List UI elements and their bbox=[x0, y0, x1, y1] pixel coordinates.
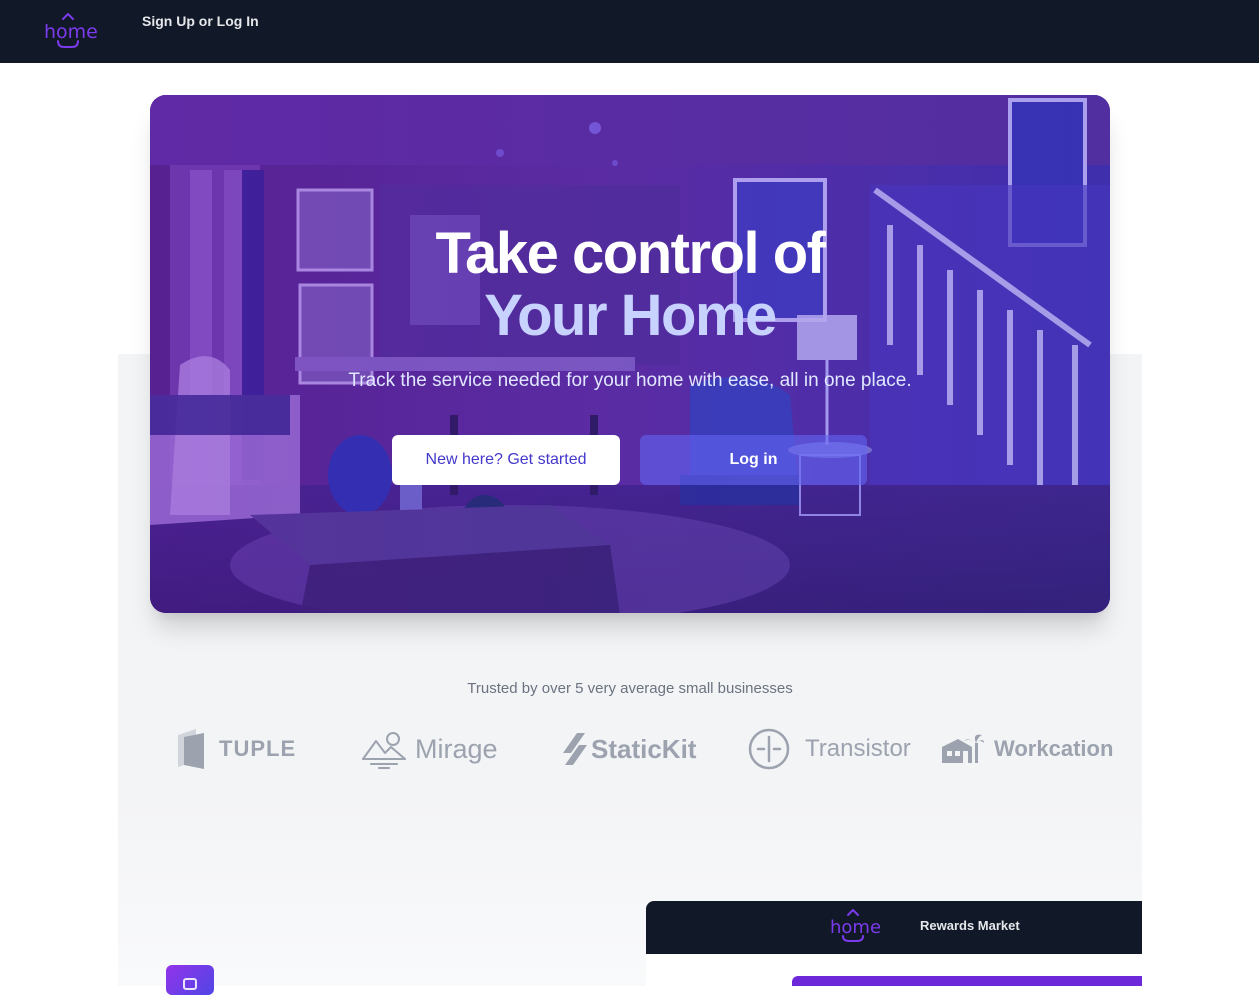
hero-card: Take control of Your Home Track the serv… bbox=[150, 95, 1110, 613]
workcation-logo-icon bbox=[942, 734, 984, 763]
rewards-market-link[interactable]: Rewards Market bbox=[920, 918, 1020, 933]
preview-purple-banner bbox=[792, 976, 1142, 986]
hero-title-line-2: Your Home bbox=[484, 283, 777, 348]
statickit-logo-text: StaticKit bbox=[591, 733, 697, 764]
mirage-logo-icon bbox=[362, 732, 406, 769]
tuple-logo-icon bbox=[178, 729, 204, 769]
hero-title-line-1: Take control of bbox=[435, 221, 826, 286]
statickit-logo-icon bbox=[563, 733, 587, 765]
home-logo[interactable]: home bbox=[44, 10, 98, 50]
hero-overlay bbox=[150, 95, 1110, 613]
workcation-logo: Workcation bbox=[942, 725, 1113, 773]
feature-icon-badge bbox=[166, 965, 214, 995]
transistor-logo-icon bbox=[748, 728, 790, 770]
hero-title: Take control of Your Home bbox=[150, 223, 1110, 347]
app-preview: home Rewards Market bbox=[646, 901, 1142, 986]
tuple-logo: TUPLE bbox=[178, 725, 296, 773]
transistor-logo-text: Transistor bbox=[805, 735, 911, 762]
workcation-logo-text: Workcation bbox=[994, 736, 1114, 761]
top-navbar: home Sign Up or Log In bbox=[0, 0, 1259, 63]
preview-navbar: home Rewards Market bbox=[646, 901, 1142, 954]
device-icon bbox=[183, 978, 197, 990]
statickit-logo: StaticKit bbox=[563, 725, 696, 773]
hero-subtitle: Track the service needed for your home w… bbox=[348, 370, 912, 391]
transistor-logo: Transistor bbox=[747, 725, 911, 773]
mirage-logo-text: Mirage bbox=[415, 733, 498, 764]
get-started-button[interactable]: New here? Get started bbox=[392, 435, 620, 485]
preview-logo-text: home bbox=[830, 917, 882, 938]
trusted-by-caption: Trusted by over 5 very average small bus… bbox=[467, 680, 793, 697]
preview-home-logo[interactable]: home bbox=[830, 908, 882, 944]
tuple-logo-text: TUPLE bbox=[219, 736, 297, 761]
sign-up-login-link[interactable]: Sign Up or Log In bbox=[142, 13, 259, 29]
mirage-logo: Mirage bbox=[361, 725, 498, 773]
logo-text: home bbox=[44, 21, 98, 43]
log-in-button[interactable]: Log in bbox=[640, 435, 867, 485]
